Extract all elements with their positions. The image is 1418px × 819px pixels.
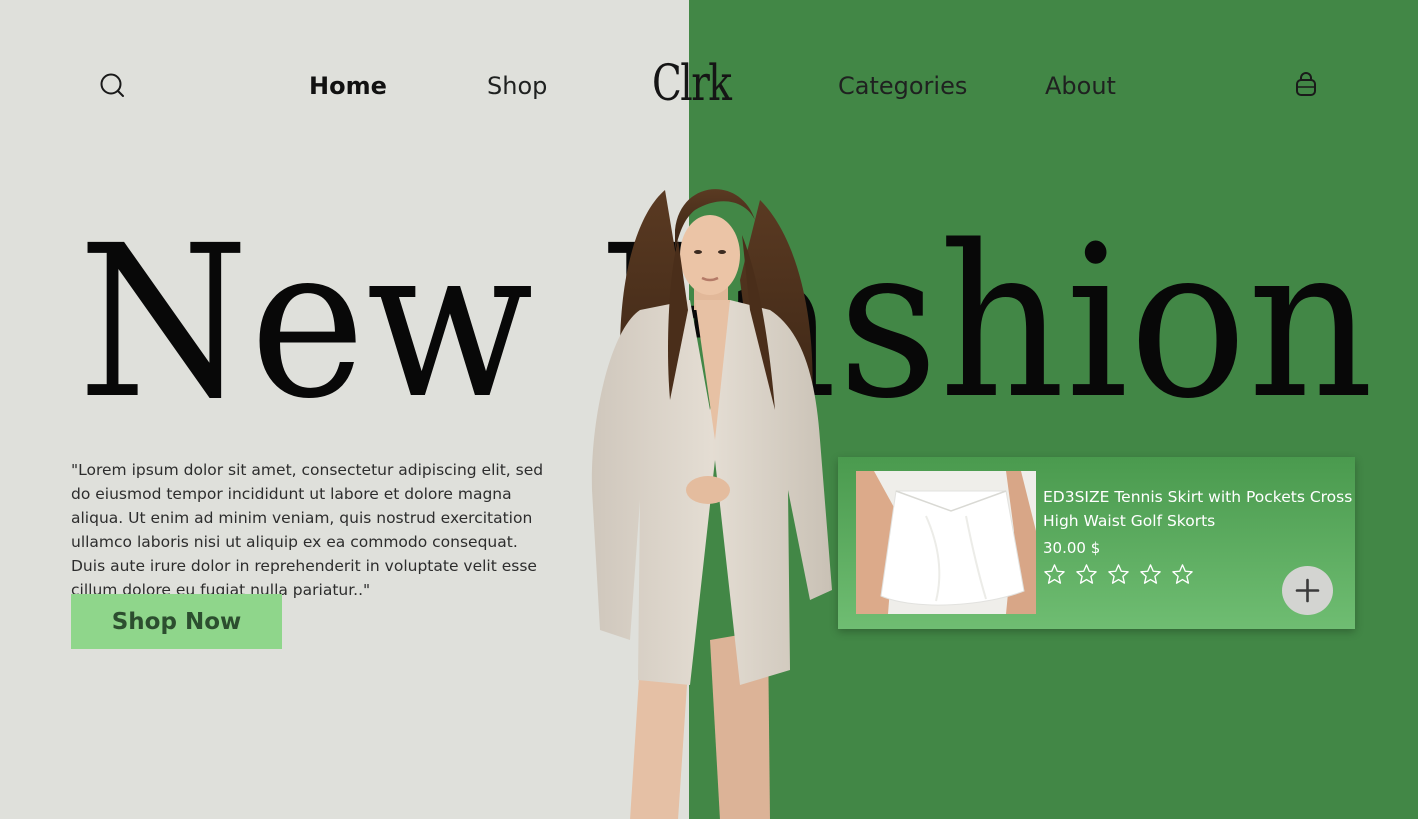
shop-now-button[interactable]: Shop Now [71, 594, 282, 649]
product-title[interactable]: ED3SIZE Tennis Skirt with Pockets Cross … [1043, 485, 1355, 533]
star-outline-icon[interactable] [1171, 563, 1194, 586]
nav-about[interactable]: About [1045, 70, 1116, 102]
brand-logo[interactable]: Clrk [652, 52, 732, 114]
nav-shop[interactable]: Shop [487, 70, 547, 102]
nav-home[interactable]: Home [309, 70, 387, 102]
star-outline-icon[interactable] [1139, 563, 1162, 586]
star-outline-icon[interactable] [1107, 563, 1130, 586]
product-image[interactable] [856, 471, 1036, 614]
plus-icon [1295, 578, 1320, 603]
hero-description: "Lorem ipsum dolor sit amet, consectetur… [71, 460, 544, 599]
star-outline-icon[interactable] [1043, 563, 1066, 586]
product-card[interactable]: ED3SIZE Tennis Skirt with Pockets Cross … [838, 457, 1355, 629]
add-to-cart-button[interactable] [1282, 566, 1333, 615]
search-icon[interactable] [99, 72, 127, 100]
product-price: 30.00 $ [1043, 539, 1101, 557]
star-outline-icon[interactable] [1075, 563, 1098, 586]
product-rating [1043, 563, 1194, 586]
nav-categories[interactable]: Categories [838, 70, 967, 102]
shopping-bag-icon[interactable] [1294, 72, 1318, 98]
landing-page: Home Shop Clrk Categories About New Fash… [0, 0, 1418, 819]
model-photo [591, 189, 832, 819]
